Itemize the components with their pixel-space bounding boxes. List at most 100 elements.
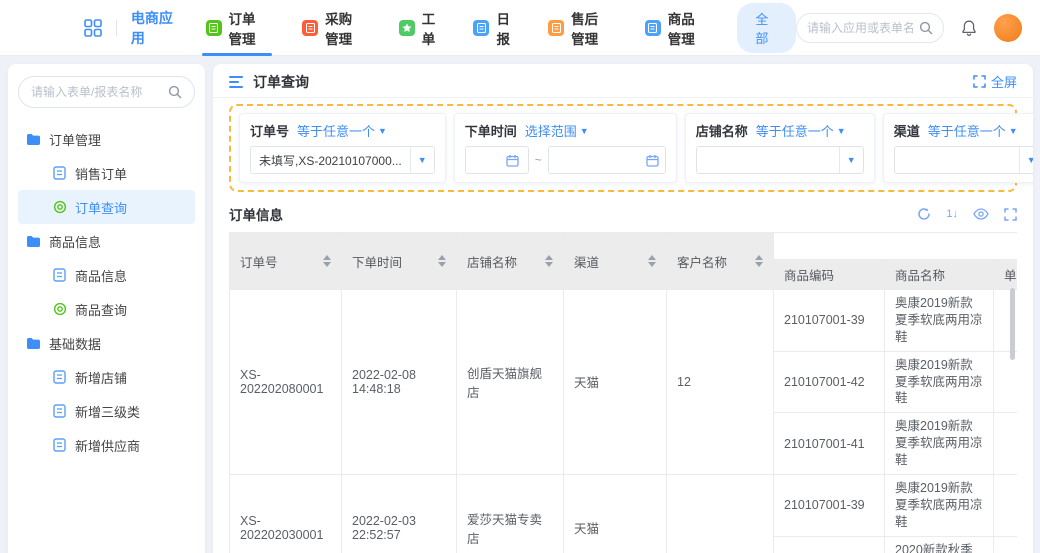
all-apps-button[interactable]: 全部 — [737, 3, 796, 53]
app-launcher-grid-icon[interactable] — [84, 19, 102, 37]
sidebar-search-input[interactable] — [31, 85, 162, 99]
cell-channel: 天猫 — [564, 474, 667, 553]
calendar-icon[interactable] — [506, 154, 519, 167]
nav-tab-label: 订单管理 — [229, 8, 269, 48]
tree-folder-0[interactable]: 订单管理 — [18, 122, 195, 156]
filter-field-name: 下单时间 — [465, 121, 517, 140]
ticket-icon — [399, 20, 415, 36]
tree-folder-label: 基础数据 — [49, 334, 101, 353]
filter-card-2: 店铺名称 等于任意一个▼ ▼ — [685, 113, 875, 183]
nav-tab-label: 商品管理 — [668, 8, 708, 48]
column-header[interactable]: 客户名称 — [667, 233, 774, 290]
filter-select[interactable]: ▼ — [696, 146, 864, 174]
cell-unit-price — [994, 474, 1018, 536]
tree-item-2-1[interactable]: 新增三级类 — [18, 394, 195, 428]
target-icon — [52, 200, 67, 214]
nav-tab-label: 日报 — [496, 8, 514, 48]
column-header[interactable]: 下单时间 — [342, 233, 457, 290]
visibility-icon[interactable] — [973, 208, 989, 220]
sort-toggle-icon[interactable] — [648, 255, 656, 267]
cell-product-name: 奥康2019新款夏季软底两用凉鞋 — [885, 474, 994, 536]
folder-icon — [26, 133, 41, 145]
current-app-name[interactable]: 电商应用 — [131, 8, 180, 48]
cell-unit-price — [994, 351, 1018, 413]
vertical-scrollbar[interactable] — [1010, 288, 1015, 360]
cell-channel: 天猫 — [564, 290, 667, 475]
table-row[interactable]: XS-202202080001 2022-02-08 14:48:18 创盾天猫… — [230, 290, 1018, 352]
table-title: 订单信息 — [229, 204, 283, 224]
global-search-input[interactable] — [807, 21, 913, 35]
filter-operator[interactable]: 等于任意一个▼ — [297, 121, 387, 140]
cell-order-time: 2022-02-03 22:52:57 — [342, 474, 457, 553]
filter-panel: 订单号 等于任意一个▼ 未填写,XS-20210107000... ▼ 下单时间… — [229, 104, 1017, 192]
fullscreen-icon[interactable] — [1004, 208, 1017, 221]
tree-folder-1[interactable]: 商品信息 — [18, 224, 195, 258]
order-icon — [206, 20, 222, 36]
cell-unit-price — [994, 413, 1018, 475]
cell-store: 爱莎天猫专卖店 — [457, 474, 564, 553]
form-tree: 订单管理 销售订单 订单查询 商品信息 商品信息 商品查询 基础数据 新增店铺 — [18, 122, 195, 462]
filter-operator[interactable]: 等于任意一个▼ — [756, 121, 846, 140]
filter-card-3: 渠道 等于任意一个▼ ▼ — [883, 113, 1033, 183]
nav-tab-1[interactable]: 采购管理 — [302, 0, 365, 56]
nav-tab-4[interactable]: 售后管理 — [548, 0, 611, 56]
tree-item-1-0[interactable]: 商品信息 — [18, 258, 195, 292]
filter-select[interactable]: 未填写,XS-20210107000... ▼ — [250, 146, 435, 174]
column-header[interactable]: 渠道 — [564, 233, 667, 290]
nav-tab-2[interactable]: 工单 — [399, 0, 440, 56]
filter-operator[interactable]: 选择范围▼ — [525, 121, 589, 140]
sort-toggle-icon[interactable] — [438, 255, 446, 267]
calendar-icon[interactable] — [646, 154, 659, 167]
search-icon[interactable] — [168, 85, 182, 99]
table-titlebar: 订单信息 1↓ — [229, 202, 1017, 226]
sidebar-search[interactable] — [18, 76, 195, 108]
cell-product-name: 2020新款秋季休闲加绒高帮鞋 — [885, 536, 994, 553]
bell-icon[interactable] — [960, 19, 978, 37]
nav-tab-0[interactable]: 订单管理 — [206, 0, 269, 56]
document-icon — [52, 166, 67, 180]
user-avatar[interactable] — [994, 14, 1022, 42]
search-icon[interactable] — [919, 21, 933, 35]
date-end-input[interactable] — [548, 146, 666, 174]
nav-tab-3[interactable]: 日报 — [473, 0, 514, 56]
sort-toggle-icon[interactable] — [323, 255, 331, 267]
table-row[interactable]: XS-202202030001 2022-02-03 22:52:57 爱莎天猫… — [230, 474, 1018, 536]
chevron-down-icon[interactable]: ▼ — [1019, 147, 1033, 173]
column-header[interactable]: 店铺名称 — [457, 233, 564, 290]
filter-operator[interactable]: 等于任意一个▼ — [928, 121, 1018, 140]
sort-icon[interactable]: 1↓ — [946, 208, 958, 220]
fullscreen-label: 全屏 — [991, 72, 1017, 91]
date-start-input[interactable] — [465, 146, 529, 174]
cell-unit-price — [994, 536, 1018, 553]
tree-item-0-1[interactable]: 订单查询 — [18, 190, 195, 224]
nav-tab-label: 工单 — [422, 8, 440, 48]
target-icon — [52, 302, 67, 316]
sort-toggle-icon[interactable] — [755, 255, 763, 267]
tree-item-label: 商品信息 — [75, 266, 127, 285]
order-table-viewport: 订单号下单时间店铺名称渠道客户名称商品编码商品名称单价XS-2022020800… — [229, 232, 1017, 553]
page-title: 订单查询 — [253, 72, 309, 92]
chevron-down-icon[interactable]: ▼ — [410, 147, 434, 173]
filter-field-name: 订单号 — [250, 121, 289, 140]
column-header[interactable]: 订单号 — [230, 233, 342, 290]
fullscreen-button[interactable]: 全屏 — [973, 72, 1017, 91]
tree-item-2-2[interactable]: 新增供应商 — [18, 428, 195, 462]
global-search[interactable] — [796, 13, 944, 43]
sub-column-header[interactable]: 商品编码 — [774, 260, 885, 290]
tree-item-label: 销售订单 — [75, 164, 127, 183]
cell-product-code: 210107001-41 — [774, 413, 885, 475]
sidebar: 订单管理 销售订单 订单查询 商品信息 商品信息 商品查询 基础数据 新增店铺 — [8, 64, 205, 553]
tree-item-2-0[interactable]: 新增店铺 — [18, 360, 195, 394]
tree-item-1-1[interactable]: 商品查询 — [18, 292, 195, 326]
list-icon — [229, 75, 245, 89]
cell-order-no: XS-202202030001 — [230, 474, 342, 553]
tree-folder-2[interactable]: 基础数据 — [18, 326, 195, 360]
tree-item-0-0[interactable]: 销售订单 — [18, 156, 195, 190]
nav-tab-5[interactable]: 商品管理 — [645, 0, 708, 56]
filter-select[interactable]: ▼ — [894, 146, 1033, 174]
sort-toggle-icon[interactable] — [545, 255, 553, 267]
chevron-down-icon[interactable]: ▼ — [839, 147, 863, 173]
sub-column-header[interactable]: 单价 — [994, 260, 1018, 290]
sub-column-header[interactable]: 商品名称 — [885, 260, 994, 290]
refresh-icon[interactable] — [917, 207, 931, 221]
